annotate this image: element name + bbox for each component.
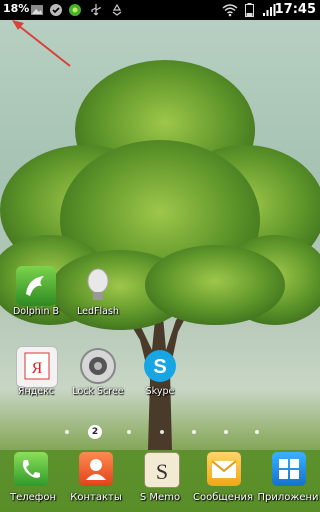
- app-dolphin-browser[interactable]: Dolphin B: [10, 266, 62, 320]
- svg-text:S: S: [156, 459, 168, 484]
- s-memo-icon[interactable]: S: [144, 452, 180, 488]
- page-dot[interactable]: [160, 430, 164, 434]
- annotation-arrow-icon: [12, 20, 71, 67]
- app-label: LedFlash: [77, 306, 119, 317]
- page-dot[interactable]: [192, 430, 196, 434]
- svg-text:S: S: [153, 356, 166, 378]
- dock-label: Сообщения: [192, 492, 253, 503]
- skype-icon: S: [140, 346, 180, 386]
- dock-label: Приложени: [257, 492, 319, 503]
- app-label: Яндекс: [17, 386, 55, 397]
- page-dot[interactable]: [255, 430, 259, 434]
- app-label: Skype: [145, 386, 175, 397]
- dock-label: Контакты: [70, 492, 122, 503]
- contacts-icon[interactable]: [79, 452, 113, 486]
- app-ledflash[interactable]: LedFlash: [72, 266, 124, 320]
- current-page-number[interactable]: 2: [88, 425, 102, 439]
- phone-icon[interactable]: [14, 452, 48, 486]
- home-screen: 18% 17:45 Dolphin B LedFlash Я Яндекс Lo…: [0, 0, 320, 512]
- app-skype[interactable]: S Skype: [134, 346, 186, 400]
- messages-icon[interactable]: [207, 452, 241, 486]
- page-indicator[interactable]: 2: [0, 425, 320, 439]
- page-dot[interactable]: [224, 430, 228, 434]
- app-lock-screen[interactable]: Lock Scree: [72, 346, 124, 400]
- yandex-icon: Я: [16, 346, 58, 388]
- svg-text:Я: Я: [32, 360, 43, 377]
- page-dot[interactable]: [65, 430, 69, 434]
- dock-label: S Memo: [139, 492, 181, 503]
- lock-screen-icon: [78, 346, 118, 386]
- apps-grid-icon[interactable]: [272, 452, 306, 486]
- dolphin-browser-icon: [16, 266, 56, 306]
- lightbulb-icon: [78, 266, 118, 306]
- app-label: Lock Scree: [72, 386, 124, 397]
- app-yandex[interactable]: Я Яндекс: [10, 346, 62, 400]
- app-label: Dolphin B: [12, 306, 59, 317]
- dock-label: Телефон: [9, 492, 56, 503]
- page-dot[interactable]: [127, 430, 131, 434]
